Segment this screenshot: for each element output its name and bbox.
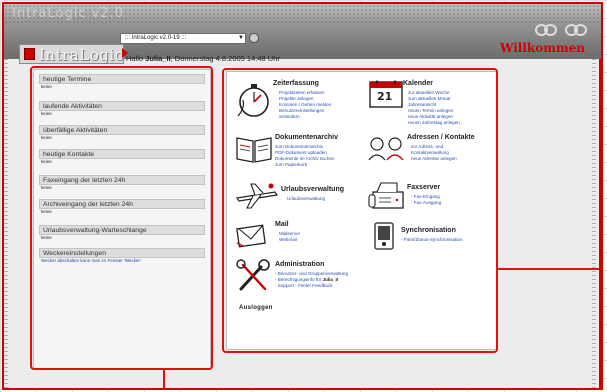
highlight-sidebar	[30, 66, 213, 370]
greeting: Hallo Julia_II, Donnerstag 4.8.2005 14:4…	[126, 54, 280, 63]
chevron-down-icon: ▼	[238, 35, 244, 41]
greeting-date: , Donnerstag 4.8.2005 14:48 Uhr	[170, 54, 280, 63]
window-control-icon[interactable]	[544, 24, 557, 36]
welcome-title: Willkommen	[499, 41, 585, 55]
intralogic-logo: IntraLogic	[19, 44, 124, 64]
right-stripe	[592, 59, 596, 388]
version-select-value: ::: IntraLogic v2.0-19 :::	[125, 35, 187, 41]
annotation-line-right	[496, 268, 599, 270]
version-select[interactable]: ::: IntraLogic v2.0-19 ::: ▼	[120, 33, 246, 44]
left-stripe	[4, 59, 8, 388]
window-controls	[535, 24, 589, 38]
go-button[interactable]	[249, 33, 259, 43]
window-control-icon[interactable]	[574, 24, 587, 36]
right-accent-bar	[599, 59, 601, 388]
logo-text: IntraLogic	[39, 46, 124, 64]
ghost-title: IntraLogic v2.0	[12, 6, 124, 21]
logo-square-icon	[24, 48, 35, 60]
user-name: Julia_II	[145, 54, 171, 63]
annotation-line-bottom	[163, 370, 165, 388]
app-window: IntraLogic v2.0 ::: IntraLogic v2.0-19 :…	[2, 2, 603, 390]
highlight-modules	[222, 68, 498, 353]
greeting-prefix: Hallo	[126, 54, 146, 63]
